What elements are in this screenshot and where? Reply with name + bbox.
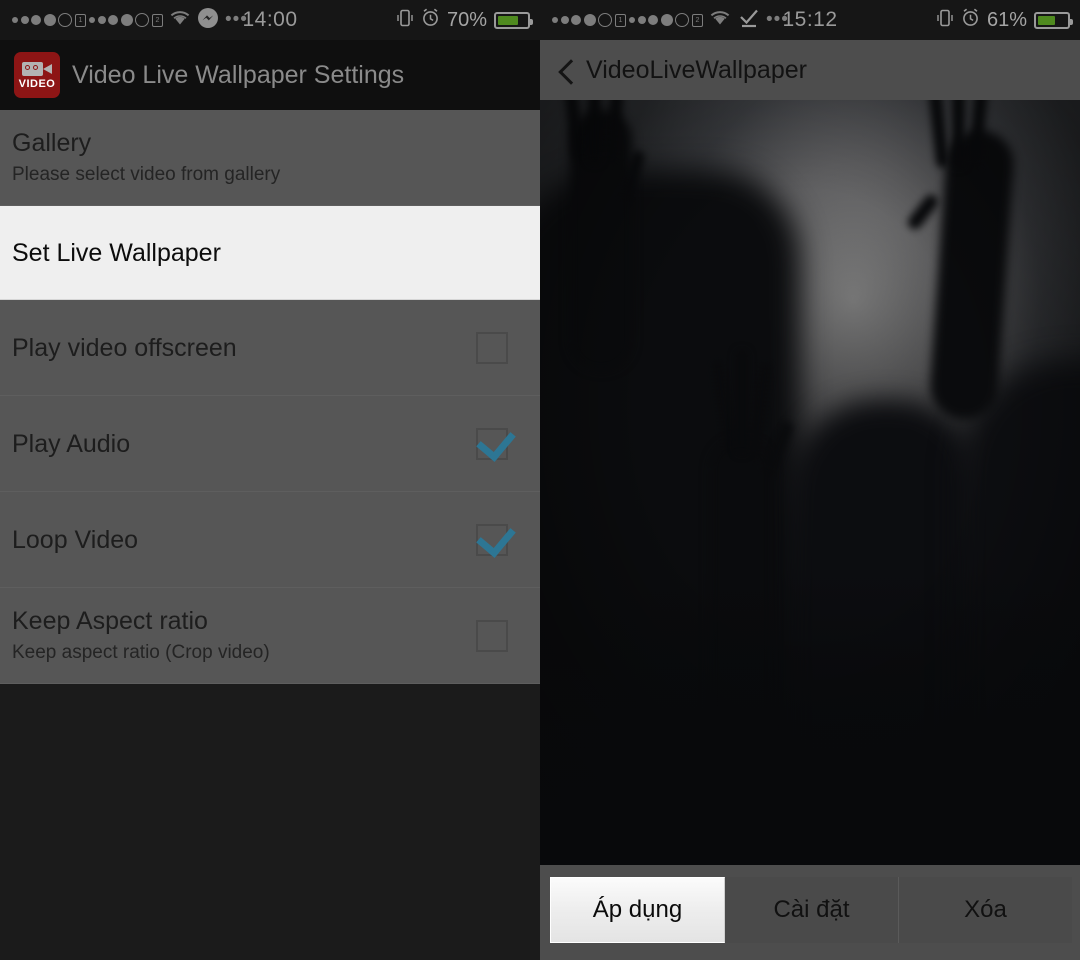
settings-row-loop-video[interactable]: Loop Video: [0, 492, 540, 588]
row-subtitle: Keep aspect ratio (Crop video): [12, 642, 270, 664]
vibrate-icon: [936, 8, 954, 33]
left-status-bar: 1 2 ••• 14:00 70%: [0, 0, 540, 40]
vibrate-icon: [396, 8, 414, 33]
status-bar-right-icons: 70%: [396, 8, 540, 33]
checkbox-keep-aspect-ratio[interactable]: [476, 619, 508, 652]
right-screen-wallpaper-preview: 1 2 ••• 15:12 61% VideoLiveWallpaper Áp …: [540, 0, 1080, 960]
apply-button[interactable]: Áp dụng: [550, 876, 725, 943]
checkbox-play-video-offscreen[interactable]: [476, 331, 508, 364]
alarm-icon: [421, 8, 440, 32]
left-screen-settings: 1 2 ••• 14:00 70% VIDEO Video Live Wallp…: [0, 0, 540, 960]
row-title: Loop Video: [12, 525, 139, 554]
settings-row-play-audio[interactable]: Play Audio: [0, 396, 540, 492]
row-title: Keep Aspect ratio: [12, 607, 208, 636]
dual-screenshot-container: 1 2 ••• 14:00 70% VIDEO Video Live Wallp…: [0, 0, 1080, 960]
left-battery-percent: 70%: [446, 8, 487, 31]
back-icon[interactable]: [558, 63, 572, 77]
alarm-icon: [961, 8, 980, 32]
status-bar-right-icons: 61%: [936, 8, 1080, 33]
row-title: Set Live Wallpaper: [12, 238, 221, 267]
checkbox-loop-video[interactable]: [476, 523, 508, 556]
delete-button[interactable]: Xóa: [899, 876, 1072, 943]
row-title: Play video offscreen: [12, 333, 237, 362]
row-title: Play Audio: [12, 429, 131, 458]
row-title: Gallery: [12, 129, 92, 158]
app-icon-label: VIDEO: [18, 78, 56, 90]
settings-row-set-live-wallpaper[interactable]: Set Live Wallpaper: [0, 206, 540, 300]
settings-row-gallery[interactable]: Gallery Please select video from gallery: [0, 110, 540, 206]
preview-title: VideoLiveWallpaper: [586, 55, 807, 84]
settings-button[interactable]: Cài đặt: [725, 876, 899, 943]
video-live-wallpaper-app-icon: VIDEO: [14, 52, 60, 98]
preview-bottom-fade: [540, 565, 1080, 865]
battery-icon: [1034, 11, 1073, 29]
settings-row-play-video-offscreen[interactable]: Play video offscreen: [0, 300, 540, 396]
checkbox-play-audio[interactable]: [476, 427, 508, 460]
row-subtitle: Please select video from gallery: [12, 164, 281, 186]
wallpaper-preview[interactable]: [540, 100, 1080, 865]
preview-header: VideoLiveWallpaper: [540, 40, 1080, 100]
app-header: VIDEO Video Live Wallpaper Settings: [0, 40, 540, 110]
right-status-bar: 1 2 ••• 15:12 61%: [540, 0, 1080, 40]
settings-list: Gallery Please select video from gallery…: [0, 110, 540, 684]
battery-icon: [494, 11, 533, 29]
settings-row-keep-aspect-ratio[interactable]: Keep Aspect ratio Keep aspect ratio (Cro…: [0, 588, 540, 684]
page-title: Video Live Wallpaper Settings: [72, 60, 405, 89]
preview-button-bar: Áp dụng Cài đặt Xóa: [540, 865, 1080, 960]
right-battery-percent: 61%: [986, 8, 1027, 31]
